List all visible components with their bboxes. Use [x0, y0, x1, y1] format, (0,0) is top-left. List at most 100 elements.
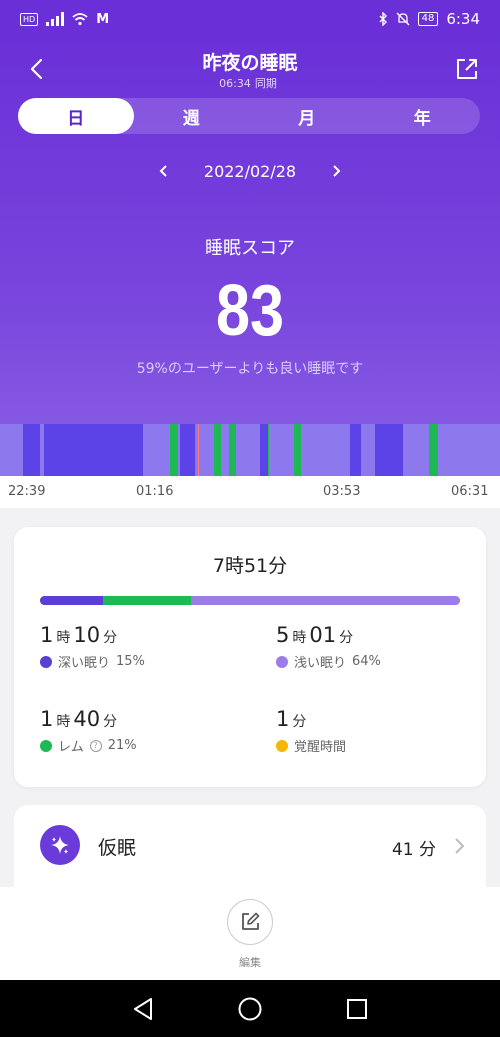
minute-unit: 分: [339, 630, 354, 646]
stat-label-text: 浅い眠り: [294, 656, 347, 671]
hypnogram-segment-deep: [22, 424, 40, 476]
nap-duration: 41 分: [391, 840, 436, 860]
stat-hours: 5: [276, 623, 290, 647]
sleep-stage-chart[interactable]: [0, 424, 500, 476]
minute-unit: 分: [103, 714, 118, 730]
deep-sleep-dot: [40, 655, 52, 668]
chevron-right-icon: [333, 165, 341, 177]
hypnogram-segment-deep: [44, 424, 143, 476]
stat-label: 覚醒時間: [276, 736, 346, 755]
sleep-score-description: 59%のユーザーよりも良い睡眠です: [136, 361, 364, 377]
stat-percent: 64%: [352, 654, 381, 669]
hour-unit: 時: [292, 630, 307, 646]
sync-status: 06:34 同期: [0, 75, 500, 91]
stat-awake: 1分 覚醒時間: [276, 707, 346, 755]
wifi-icon: [72, 12, 88, 25]
hypnogram-segment-rem: [294, 424, 301, 476]
stage-bar-deep: [40, 596, 103, 605]
share-icon: [457, 59, 477, 79]
minute-unit: 分: [103, 630, 118, 646]
status-left: HD M: [20, 12, 109, 27]
stat-value: 5 時 01 分: [276, 623, 381, 647]
sleep-score-value: 83: [215, 271, 285, 351]
system-nav-bar: [0, 980, 500, 1037]
sparkle-icon: [40, 825, 80, 865]
edit-icon: [242, 912, 260, 930]
total-sleep-time: 7時51分: [212, 555, 288, 577]
tab-day[interactable]: 日: [18, 98, 134, 134]
stat-hours: 1: [40, 707, 54, 731]
share-button[interactable]: [452, 54, 482, 84]
nap-row[interactable]: 仮眠 41 分: [14, 805, 486, 887]
sync-time: 06:34: [219, 77, 251, 90]
stage-bar-light: [191, 596, 460, 605]
hd-icon: HD: [20, 12, 39, 26]
bluetooth-icon: [379, 12, 387, 26]
stat-label-text: 深い眠り: [58, 656, 111, 671]
light-sleep-dot: [276, 655, 288, 668]
tab-month[interactable]: 月: [249, 98, 365, 134]
status-right: 48 6:34: [378, 10, 480, 28]
time-cursor: [198, 424, 199, 476]
hypnogram-segment-rem: [229, 424, 236, 476]
time-tick-start: 22:39: [8, 484, 46, 499]
sleep-header: 昨夜の睡眠 06:34 同期 日 週 月 年 2022/02/28 睡眠スコア 8…: [0, 38, 500, 478]
bottom-action-bar: 編集: [0, 887, 500, 980]
hypnogram-segment-rem: [214, 424, 221, 476]
stat-minutes: 40: [73, 707, 101, 731]
nap-title: 仮眠: [98, 837, 137, 859]
edit-label: 編集: [239, 956, 261, 969]
period-tabs: 日 週 月 年: [18, 98, 480, 134]
next-date-button[interactable]: [326, 161, 346, 181]
back-triangle-icon: [134, 997, 153, 1020]
hour-unit: 時: [56, 630, 71, 646]
current-date: 2022/02/28: [203, 161, 297, 181]
chevron-right-icon: [455, 838, 465, 854]
hypnogram-segment-deep: [350, 424, 361, 476]
time-tick: 01:16: [136, 484, 174, 499]
stat-minutes: 10: [73, 623, 101, 647]
nav-recents-button[interactable]: [342, 994, 372, 1024]
hypnogram-segment-rem: [170, 424, 178, 476]
stat-label: レム ? 21%: [40, 736, 137, 755]
stage-proportion-bar: [40, 596, 460, 605]
nav-home-button[interactable]: [235, 994, 265, 1024]
stat-rem-sleep: 1 時 40 分 レム ? 21%: [40, 707, 137, 755]
time-tick: 03:53: [323, 484, 361, 499]
minute-unit: 分: [292, 714, 307, 730]
prev-date-button[interactable]: [154, 161, 174, 181]
hypnogram-segment-rem: [429, 424, 438, 476]
tab-week[interactable]: 週: [134, 98, 250, 134]
sleep-score-label: 睡眠スコア: [205, 238, 295, 259]
page-title: 昨夜の睡眠: [202, 52, 298, 74]
date-navigator: 2022/02/28: [0, 161, 500, 181]
edit-button[interactable]: [227, 899, 273, 945]
chevron-left-icon: [159, 165, 167, 177]
stat-label-text: レム: [58, 740, 84, 755]
stat-value: 1 時 40 分: [40, 707, 137, 731]
tab-year[interactable]: 年: [365, 98, 481, 134]
stat-hours: 1: [40, 623, 54, 647]
home-circle-icon: [238, 997, 262, 1020]
stat-value: 1分: [276, 707, 346, 731]
rem-sleep-dot: [40, 739, 52, 752]
stat-percent: 21%: [107, 738, 137, 753]
hypnogram-segment-deep: [180, 424, 195, 476]
stat-minutes: 1: [276, 707, 290, 731]
signal-icon: [46, 12, 65, 26]
stat-light-sleep: 5 時 01 分 浅い眠り 64%: [276, 623, 381, 671]
nav-back-button[interactable]: [128, 994, 158, 1024]
awake-dot: [276, 739, 288, 752]
stat-deep-sleep: 1 時 10 分 深い眠り 15%: [40, 623, 145, 671]
stat-label: 浅い眠り 64%: [276, 652, 381, 671]
hypnogram-segment-deep: [260, 424, 268, 476]
sync-label: 同期: [254, 77, 277, 90]
time-axis: 22:39 01:16 03:53 06:31: [0, 476, 500, 508]
help-icon[interactable]: ?: [89, 739, 102, 752]
carrier-icon: M: [96, 11, 110, 27]
hypnogram-segment-deep: [375, 424, 403, 476]
status-time: 6:34: [446, 10, 480, 28]
stat-percent: 15%: [116, 654, 145, 669]
stat-label-text: 覚醒時間: [294, 740, 347, 755]
stage-bar-rem: [103, 596, 192, 605]
